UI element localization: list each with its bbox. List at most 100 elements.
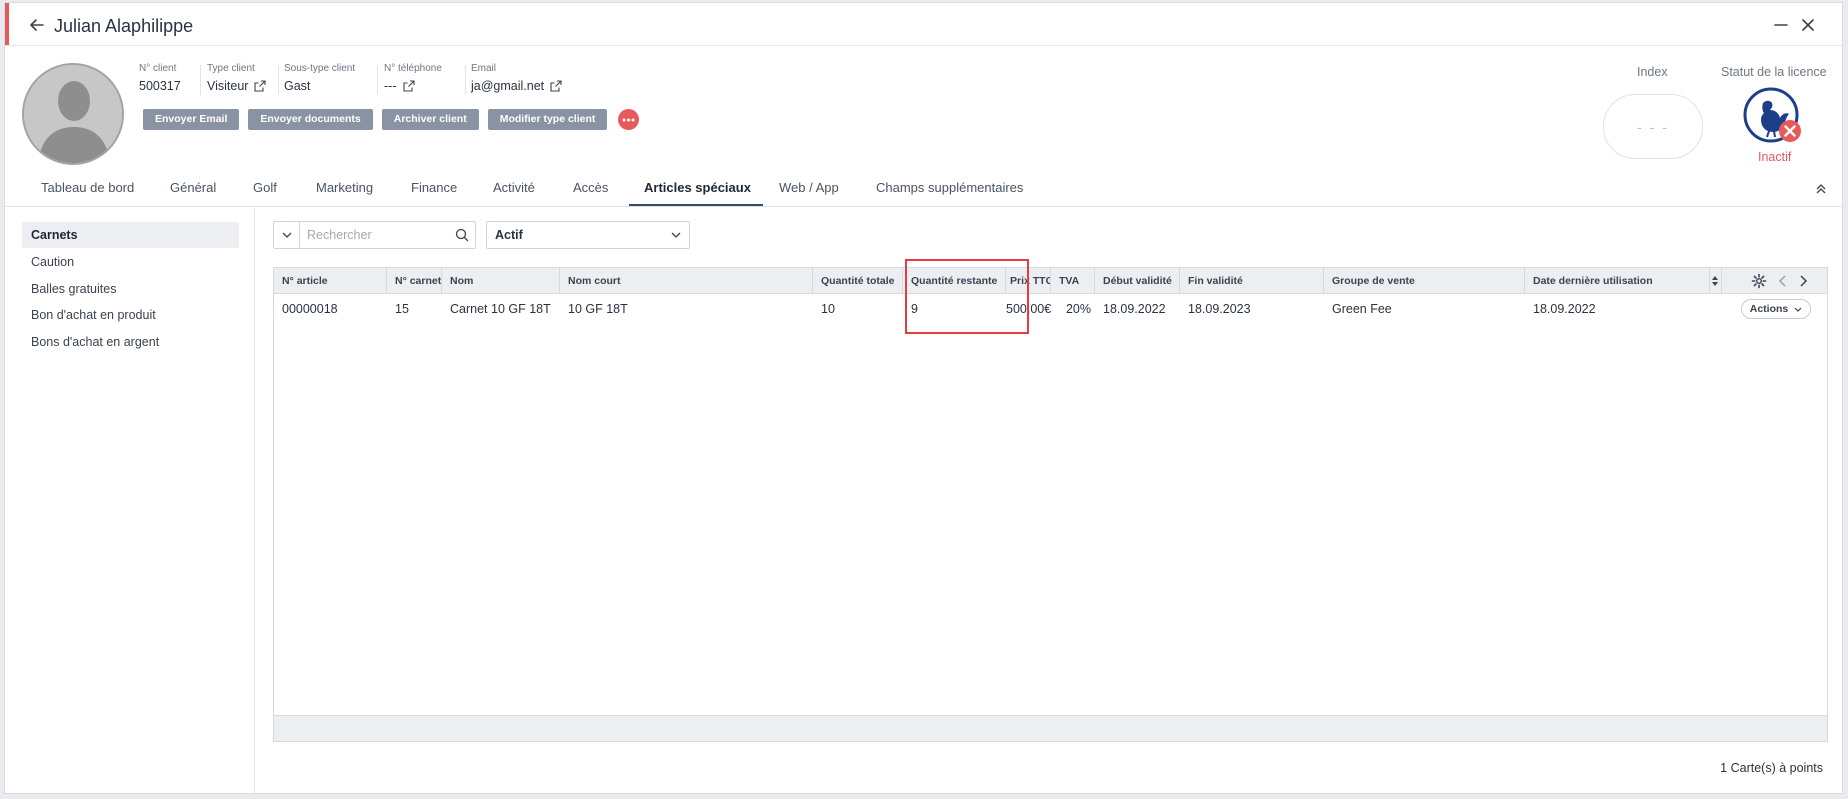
client-number-value: 500317	[139, 79, 181, 93]
avatar[interactable]	[22, 63, 124, 165]
search-box	[273, 221, 476, 249]
client-type-value: Visiteur	[207, 79, 249, 93]
col-last-use-date[interactable]: Date dernière utilisation	[1525, 268, 1710, 294]
info-divider	[278, 65, 279, 95]
search-input[interactable]	[300, 222, 449, 248]
licence-rooster-icon	[1743, 87, 1801, 143]
sort-icon[interactable]	[1711, 275, 1719, 287]
external-link-icon[interactable]	[254, 80, 267, 92]
record-count: 1 Carte(s) à points	[1720, 761, 1823, 775]
sidenav-item-carnets[interactable]: Carnets	[22, 222, 239, 248]
col-sales-group[interactable]: Groupe de vente	[1324, 268, 1525, 294]
cell-short-name: 10 GF 18T	[568, 302, 628, 316]
tab-dashboard[interactable]: Tableau de bord	[41, 180, 134, 195]
tab-access[interactable]: Accès	[573, 180, 608, 195]
cell-end-validity: 18.09.2023	[1188, 302, 1251, 316]
col-vat[interactable]: TVA	[1051, 268, 1095, 294]
section-tabs: Tableau de bord Général Golf Marketing F…	[5, 171, 1842, 207]
cell-name: Carnet 10 GF 18T	[450, 302, 551, 316]
client-number-field: N° client 500317	[139, 63, 181, 93]
close-icon[interactable]	[1798, 15, 1818, 35]
active-tab-indicator	[629, 204, 763, 206]
client-type-label: Type client	[207, 63, 255, 74]
send-email-button[interactable]: Envoyer Email	[143, 109, 240, 130]
sidenav-item-product-voucher[interactable]: Bon d'achat en produit	[22, 302, 239, 328]
index-value: - - -	[1603, 94, 1703, 159]
chevron-down-icon	[671, 232, 681, 238]
phone-label: N° téléphone	[384, 63, 442, 74]
phone-value: ---	[384, 79, 397, 93]
sidenav-item-caution[interactable]: Caution	[22, 249, 239, 275]
window-title: Julian Alaphilippe	[54, 16, 194, 36]
email-value: ja@gmail.net	[471, 79, 545, 93]
change-client-type-button[interactable]: Modifier type client	[487, 109, 608, 130]
search-icon[interactable]	[449, 228, 475, 242]
gear-icon[interactable]	[1751, 273, 1767, 289]
col-name[interactable]: Nom	[442, 268, 560, 294]
client-actions: Envoyer Email Envoyer documents Archiver…	[143, 109, 640, 130]
phone-field: N° téléphone ---	[384, 63, 442, 93]
table-header: N° article N° carnet Nom Nom court Quant…	[274, 268, 1827, 294]
back-arrow-icon[interactable]	[27, 15, 47, 35]
highlight-box	[905, 259, 1029, 334]
client-subtype-value: Gast	[284, 79, 311, 93]
header-divider	[1721, 268, 1722, 294]
status-select-value: Actif	[495, 228, 523, 242]
external-link-icon[interactable]	[550, 80, 562, 92]
info-divider	[465, 65, 466, 95]
article-type-nav: Carnets Caution Balles gratuites Bon d'a…	[5, 208, 255, 793]
cell-article-number: 00000018	[282, 302, 338, 316]
email-label: Email	[471, 63, 497, 74]
sidenav-item-free-balls[interactable]: Balles gratuites	[22, 276, 239, 302]
tab-additional-fields[interactable]: Champs supplémentaires	[876, 180, 1023, 195]
info-divider	[200, 65, 201, 95]
search-mode-dropdown[interactable]	[274, 222, 300, 248]
chevron-right-icon[interactable]	[1795, 273, 1811, 289]
tab-general[interactable]: Général	[170, 180, 216, 195]
title-bar: Julian Alaphilippe	[5, 3, 1842, 46]
chevron-down-icon	[1794, 307, 1802, 312]
info-divider	[377, 65, 378, 95]
tab-web-app[interactable]: Web / App	[779, 180, 839, 195]
sidenav-item-money-voucher[interactable]: Bons d'achat en argent	[22, 329, 239, 355]
tab-golf[interactable]: Golf	[253, 180, 277, 195]
cell-total-quantity: 10	[821, 302, 835, 316]
licence-status: Inactif	[1758, 150, 1792, 164]
index-label: Index	[1637, 65, 1668, 79]
minimize-icon[interactable]	[1771, 15, 1791, 35]
tab-activity[interactable]: Activité	[493, 180, 535, 195]
col-short-name[interactable]: Nom court	[560, 268, 813, 294]
client-number-label: N° client	[139, 63, 177, 74]
row-actions-label: Actions	[1749, 303, 1789, 315]
tab-finance[interactable]: Finance	[411, 180, 457, 195]
archive-client-button[interactable]: Archiver client	[381, 109, 479, 130]
table-footer	[274, 715, 1827, 741]
col-carnet-number[interactable]: N° carnet	[387, 268, 442, 294]
cell-start-validity: 18.09.2022	[1103, 302, 1166, 316]
user-silhouette-icon	[24, 65, 122, 163]
tab-marketing[interactable]: Marketing	[316, 180, 373, 195]
client-type-field: Type client Visiteur	[207, 63, 267, 93]
collapse-header-icon[interactable]	[1814, 182, 1828, 196]
chevron-left-icon[interactable]	[1775, 273, 1791, 289]
send-documents-button[interactable]: Envoyer documents	[248, 109, 373, 130]
col-start-validity[interactable]: Début validité	[1095, 268, 1180, 294]
row-actions-button[interactable]: Actions	[1741, 299, 1811, 319]
email-field: Email ja@gmail.net	[471, 63, 562, 93]
tab-special-articles[interactable]: Articles spéciaux	[644, 180, 751, 195]
more-actions-button[interactable]	[618, 109, 640, 130]
cell-carnet-number: 15	[395, 302, 409, 316]
carnets-table: N° article N° carnet Nom Nom court Quant…	[273, 267, 1828, 742]
cell-sales-group: Green Fee	[1332, 302, 1392, 316]
more-dots-icon	[622, 118, 635, 121]
col-end-validity[interactable]: Fin validité	[1180, 268, 1324, 294]
external-link-icon[interactable]	[402, 80, 415, 92]
licence-label: Statut de la licence	[1721, 65, 1827, 79]
client-subtype-field: Sous-type client Gast	[284, 63, 355, 93]
chevron-down-icon	[282, 232, 291, 238]
filter-bar: Actif	[273, 221, 690, 249]
status-select[interactable]: Actif	[486, 221, 690, 249]
col-article-number[interactable]: N° article	[274, 268, 387, 294]
cell-last-use-date: 18.09.2022	[1533, 302, 1596, 316]
col-total-quantity[interactable]: Quantité totale	[813, 268, 903, 294]
